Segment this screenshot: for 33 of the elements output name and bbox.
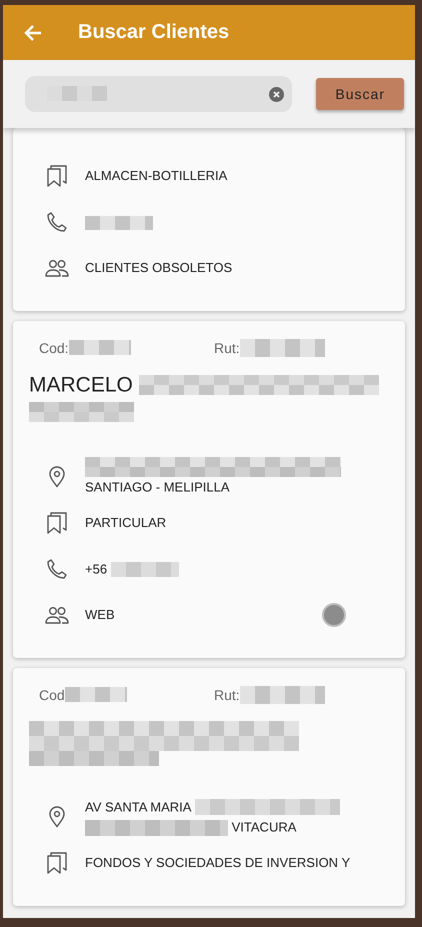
- category-text: FONDOS Y SOCIEDADES DE INVERSION Y: [85, 855, 350, 870]
- group-text: WEB: [85, 607, 115, 622]
- category-text: PARTICULAR: [85, 515, 166, 530]
- redacted-block: [64, 687, 127, 702]
- rut-label: Rut:: [214, 686, 240, 703]
- code-label: Cod:: [39, 340, 69, 356]
- address-text: VITACURA: [232, 820, 296, 836]
- phone-icon: [46, 558, 68, 580]
- location-pin-icon: [48, 806, 66, 828]
- people-icon: [45, 259, 69, 277]
- rut-label: Rut:: [214, 340, 240, 356]
- bookmarks-icon: [46, 511, 68, 536]
- client-name-text: MARCELO: [29, 373, 133, 396]
- bookmarks-icon: [46, 164, 68, 188]
- bookmarks-icon: [46, 851, 68, 876]
- redacted-block: [85, 216, 153, 230]
- clear-icon[interactable]: [269, 86, 284, 102]
- phone-text: +56: [85, 562, 108, 577]
- search-field[interactable]: [25, 76, 292, 112]
- group-text: CLIENTES OBSOLETOS: [85, 260, 232, 275]
- address-text: SANTIAGO - MELIPILLA: [85, 480, 230, 496]
- redacted-block: [110, 562, 179, 578]
- search-button[interactable]: Buscar: [316, 78, 404, 110]
- people-icon: [45, 606, 69, 624]
- address-text: AV SANTA MARIA: [85, 799, 192, 814]
- location-pin-icon: [48, 466, 66, 488]
- category-text: ALMACEN-BOTILLERIA: [85, 168, 228, 183]
- code-label: Cod: [39, 686, 65, 703]
- screen-title: Buscar Clientes: [78, 21, 230, 44]
- touch-indicator: [322, 603, 346, 627]
- phone-icon: [46, 211, 68, 233]
- redacted-block: [68, 340, 131, 355]
- back-arrow-icon[interactable]: [23, 22, 43, 42]
